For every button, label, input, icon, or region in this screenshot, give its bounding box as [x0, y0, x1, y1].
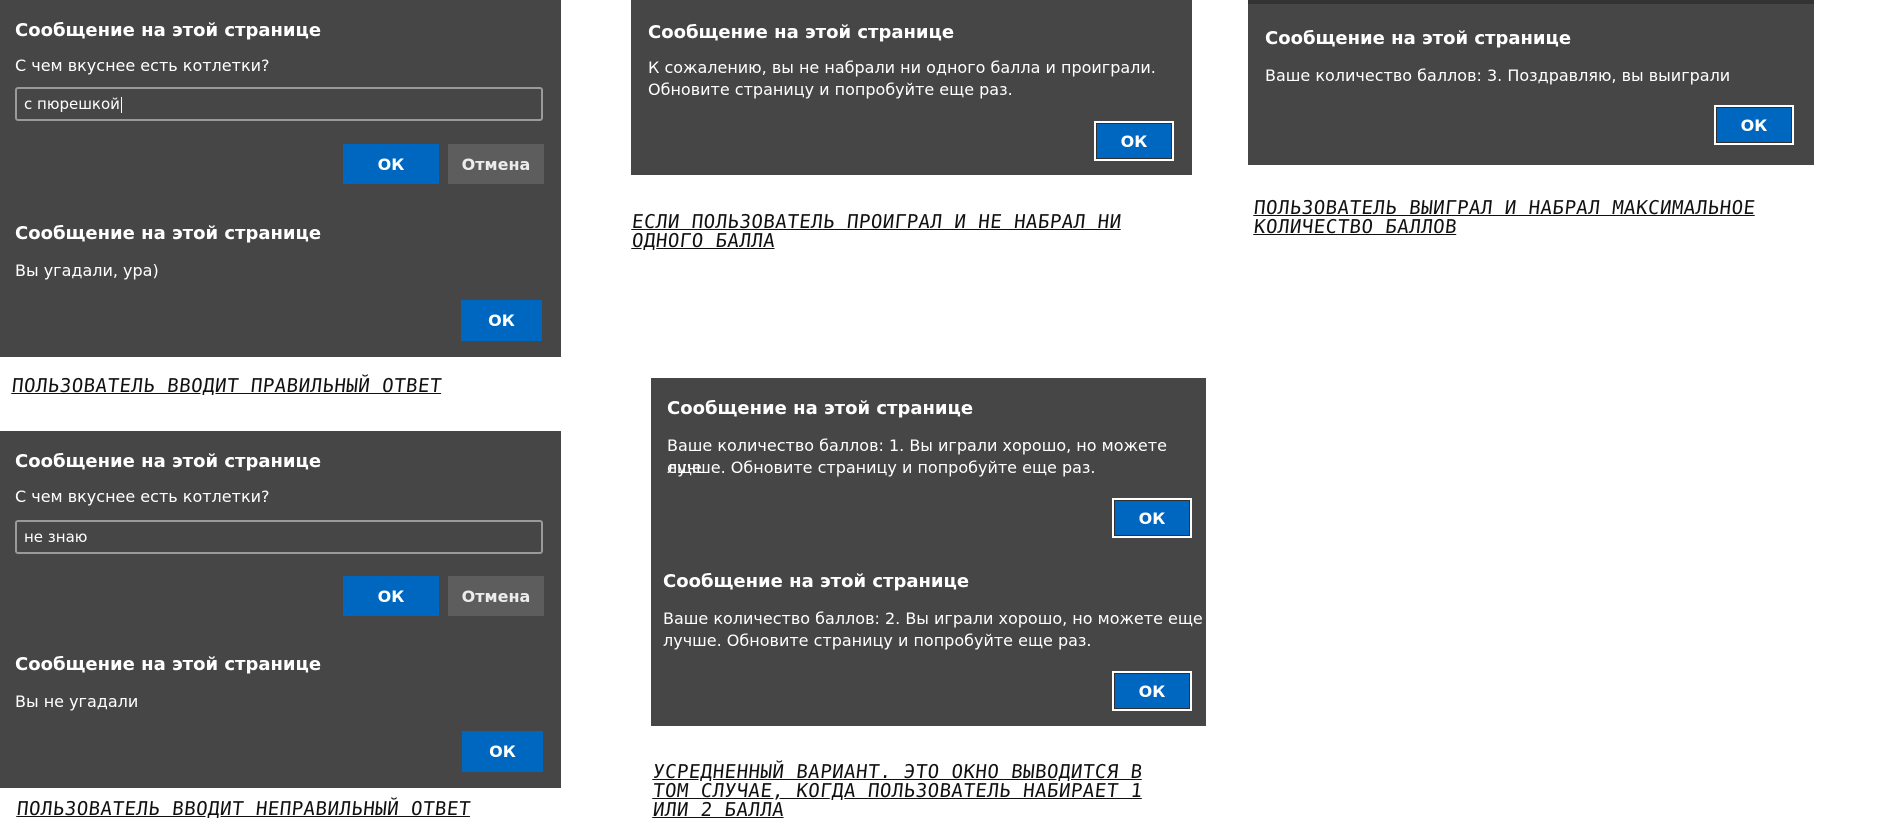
alert-dialog-lost: Сообщение на этой странице К сожалению, … [631, 0, 1192, 175]
alert-message-line1: К сожалению, вы не набрали ни одного бал… [648, 58, 1156, 77]
dialog-title: Сообщение на этой странице [667, 398, 974, 419]
ok-button[interactable]: ОК [462, 731, 543, 772]
caption-won-line2: количество баллов [1252, 216, 1459, 238]
answer-input-value: не знаю [24, 528, 88, 546]
answer-input-value: с пюрешкой [24, 95, 120, 113]
dialog-title: Сообщение на этой странице [663, 571, 970, 592]
caption-lost-line2: одного балла [630, 230, 777, 252]
prompt-question: С чем вкуснее есть котлетки? [15, 487, 270, 506]
answer-input[interactable]: с пюрешкой [15, 87, 543, 121]
answer-input[interactable]: не знаю [15, 520, 543, 554]
alert-dialog-score2: Сообщение на этой странице Ваше количест… [651, 551, 1206, 726]
ok-button[interactable]: ОК [343, 576, 439, 616]
alert-dialog-correct: Сообщение на этой странице Вы угадали, у… [0, 203, 561, 357]
caption-wrong: Пользователь вводит неправильный ответ [15, 798, 472, 820]
dialog-title: Сообщение на этой странице [15, 20, 322, 41]
caption-correct: Пользователь вводит правильный ответ [10, 375, 444, 397]
ok-button[interactable]: ОК [343, 144, 439, 184]
prompt-question: С чем вкуснее есть котлетки? [15, 56, 270, 75]
dialog-title: Сообщение на этой странице [15, 654, 322, 675]
alert-message-line1: Ваше количество баллов: 2. Вы играли хор… [663, 609, 1203, 628]
alert-message-line2: Обновите страницу и попробуйте еще раз. [648, 80, 1013, 99]
caption-average-line3: или 2 балла [651, 799, 786, 821]
alert-message: Вы угадали, ура) [15, 261, 159, 280]
alert-message-line2: лучше. Обновите страницу и попробуйте ещ… [667, 458, 1096, 477]
cancel-button[interactable]: Отмена [448, 144, 544, 184]
ok-button[interactable]: ОК [461, 300, 542, 341]
dialog-title: Сообщение на этой странице [15, 223, 322, 244]
alert-message: Вы не угадали [15, 692, 139, 711]
alert-dialog-score1: Сообщение на этой странице Ваше количест… [651, 378, 1206, 551]
ok-button[interactable]: ОК [1112, 671, 1192, 711]
alert-dialog-won: Сообщение на этой странице Ваше количест… [1248, 0, 1814, 165]
alert-dialog-wrong: Сообщение на этой странице Вы не угадали… [0, 634, 561, 788]
dialog-title: Сообщение на этой странице [15, 451, 322, 472]
ok-button[interactable]: ОК [1714, 105, 1794, 145]
prompt-dialog-correct: Сообщение на этой странице С чем вкуснее… [0, 0, 561, 203]
text-caret [120, 96, 122, 113]
ok-button[interactable]: ОК [1094, 121, 1174, 161]
prompt-dialog-wrong: Сообщение на этой странице С чем вкуснее… [0, 431, 561, 634]
dialog-title: Сообщение на этой странице [1265, 28, 1572, 49]
cancel-button[interactable]: Отмена [448, 576, 544, 616]
dialog-title: Сообщение на этой странице [648, 22, 955, 43]
alert-message-line2: лучше. Обновите страницу и попробуйте ещ… [663, 631, 1092, 650]
alert-message: Ваше количество баллов: 3. Поздравляю, в… [1265, 66, 1731, 85]
ok-button[interactable]: ОК [1112, 498, 1192, 538]
